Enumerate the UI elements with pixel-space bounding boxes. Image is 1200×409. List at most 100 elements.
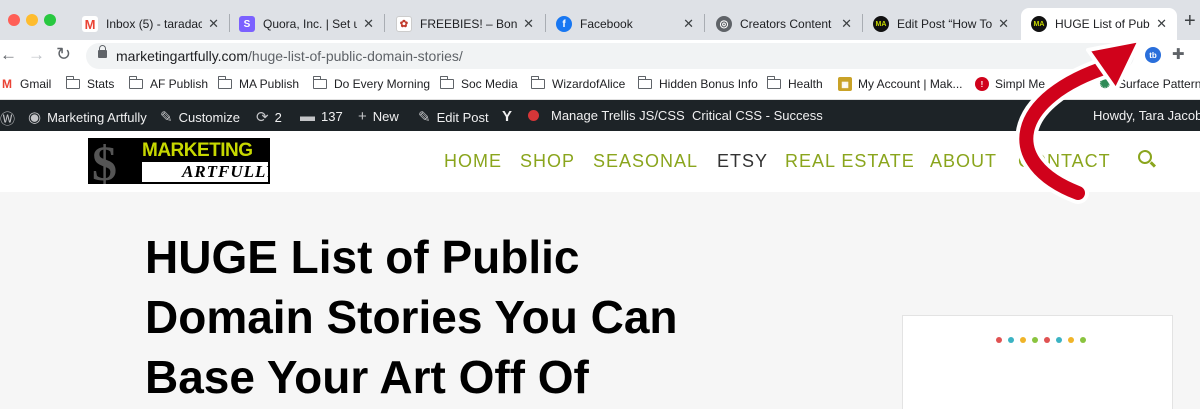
bookmark-health[interactable]: Health <box>767 76 823 91</box>
tab-facebook[interactable]: f Facebook ✕ <box>546 8 704 40</box>
bookmark-simpl[interactable]: ! Simpl Me <box>975 77 1045 91</box>
comments-link[interactable]: ▬ 137 <box>300 108 343 125</box>
tab-freebies[interactable]: ✿ FREEBIES! – Bonnie ✕ <box>386 8 544 40</box>
lock-icon <box>98 45 107 58</box>
updates-link[interactable]: ⟳ 2 <box>256 108 282 126</box>
account-icon: ▦ <box>838 77 852 91</box>
folder-icon <box>129 76 143 89</box>
gmail-icon: M <box>82 16 98 32</box>
nav-about[interactable]: ABOUT <box>930 151 997 172</box>
browser-toolbar: ← → ↻ marketingartfully.com/huge-list-of… <box>0 40 1200 70</box>
address-bar[interactable]: marketingartfully.com/huge-list-of-publi… <box>86 43 1134 69</box>
nav-shop[interactable]: SHOP <box>520 151 575 172</box>
tab-edit-post[interactable]: MA Edit Post “How To C ✕ <box>863 8 1019 40</box>
folder-icon <box>66 76 80 89</box>
edit-post-label: Edit Post <box>436 109 489 125</box>
nav-etsy[interactable]: ETSY <box>717 151 768 172</box>
folder-icon <box>313 76 327 89</box>
close-window-button[interactable] <box>8 14 20 26</box>
site-header: $ MARKETING ARTFULLY HOME SHOP SEASONAL … <box>0 131 1200 192</box>
extension-icon[interactable]: tb <box>1145 47 1161 63</box>
bookmark-my-account[interactable]: ▦ My Account | Mak... <box>838 77 962 91</box>
nav-seasonal[interactable]: SEASONAL <box>593 151 698 172</box>
decorative-dot <box>1044 337 1050 343</box>
tab-divider <box>704 14 705 32</box>
nav-real-estate[interactable]: REAL ESTATE <box>785 151 915 172</box>
site-icon: MA <box>873 16 889 32</box>
bookmark-wizardofalice[interactable]: WizardofAlice <box>531 76 625 91</box>
bookmark-do-every-morning[interactable]: Do Every Morning <box>313 76 430 91</box>
tab-label: Quora, Inc. | Set up <box>263 17 358 31</box>
logo-line-1: MARKETING <box>142 140 253 161</box>
search-icon[interactable] <box>1138 150 1152 164</box>
tab-label: FREEBIES! – Bonnie <box>420 17 518 31</box>
bookmarks-bar: M Gmail Stats AF Publish MA Publish Do E… <box>0 70 1200 100</box>
folder-icon <box>218 76 232 89</box>
url-domain: marketingartfully.com <box>116 48 249 64</box>
globe-icon: ◎ <box>716 16 732 32</box>
close-icon[interactable]: ✕ <box>1156 16 1167 32</box>
post-title: HUGE List of Public Domain Stories You C… <box>145 227 785 407</box>
close-icon[interactable]: ✕ <box>363 16 374 32</box>
critical-css-link[interactable]: Critical CSS - Success <box>692 108 823 123</box>
post-title-line: Domain Stories You Can <box>145 291 678 343</box>
bookmark-af-publish[interactable]: AF Publish <box>129 76 208 91</box>
bookmark-label: Simpl Me <box>995 77 1046 91</box>
nav-home[interactable]: HOME <box>444 151 502 172</box>
folder-icon <box>531 76 545 89</box>
close-icon[interactable]: ✕ <box>683 16 694 32</box>
reload-icon[interactable]: ↻ <box>56 44 71 65</box>
close-icon[interactable]: ✕ <box>841 16 852 32</box>
minimize-window-button[interactable] <box>26 14 38 26</box>
tab-huge-list-active[interactable]: MA HUGE List of Public ✕ <box>1021 8 1177 40</box>
bookmark-soc-media[interactable]: Soc Media <box>440 76 518 91</box>
tab-creators[interactable]: ◎ Creators Content C ✕ <box>706 8 862 40</box>
site-icon: MA <box>1031 16 1047 32</box>
account-menu[interactable]: Howdy, Tara Jacobs <box>1093 108 1200 123</box>
bookmark-label: Health <box>788 77 823 91</box>
new-tab-button[interactable]: + <box>1184 10 1196 33</box>
site-logo[interactable]: $ MARKETING ARTFULLY <box>88 138 270 184</box>
yoast-menu[interactable]: Y <box>502 108 518 125</box>
bookmark-ma-publish[interactable]: MA Publish <box>218 76 299 91</box>
yoast-icon: Y <box>502 108 513 125</box>
tab-gmail[interactable]: M Inbox (5) - taradact ✕ <box>72 8 229 40</box>
bookmark-hidden-bonus[interactable]: Hidden Bonus Info <box>638 76 758 91</box>
logo-line-2: ARTFULLY <box>182 162 270 181</box>
simpl-icon: ! <box>975 77 989 91</box>
updates-icon: ⟳ <box>256 109 269 126</box>
bookmark-surface-pattern[interactable]: ✺ Surface Pattern <box>1098 76 1200 91</box>
quora-icon: S <box>239 16 255 32</box>
edit-post-link[interactable]: ✎ Edit Post <box>418 108 489 126</box>
puzzle-icon[interactable]: ✚ <box>1172 45 1188 63</box>
close-icon[interactable]: ✕ <box>523 16 534 32</box>
site-name-link[interactable]: ◉ Marketing Artfully <box>28 108 147 126</box>
bonnie-icon: ✿ <box>396 16 412 32</box>
bookmark-stats[interactable]: Stats <box>66 76 115 91</box>
pencil-icon: ✎ <box>418 109 431 126</box>
bookmark-label: Hidden Bonus Info <box>659 77 758 91</box>
trellis-link[interactable]: Manage Trellis JS/CSS <box>528 108 685 123</box>
back-arrow-icon[interactable]: ← <box>0 45 17 65</box>
wordpress-logo-button[interactable]: Ⓦ <box>0 108 21 129</box>
customize-link[interactable]: ✎ Customize <box>160 108 240 126</box>
new-label: New <box>372 109 399 124</box>
close-icon[interactable]: ✕ <box>208 16 219 32</box>
tab-quora[interactable]: S Quora, Inc. | Set up ✕ <box>229 8 384 40</box>
tab-divider <box>384 14 385 32</box>
new-content-link[interactable]: + New <box>358 108 399 125</box>
plus-icon: + <box>358 108 367 125</box>
bookmark-label: Stats <box>87 77 115 91</box>
decorative-dot <box>1032 337 1038 343</box>
maximize-window-button[interactable] <box>44 14 56 26</box>
folder-icon <box>767 76 781 89</box>
url-text: marketingartfully.com/huge-list-of-publi… <box>116 48 463 64</box>
nav-contact[interactable]: CONTACT <box>1018 151 1111 172</box>
facebook-icon: f <box>556 16 572 32</box>
close-icon[interactable]: ✕ <box>998 16 1009 32</box>
decorative-dot <box>1080 337 1086 343</box>
decorative-dot <box>1020 337 1026 343</box>
forward-arrow-icon[interactable]: → <box>28 45 45 65</box>
site-name-label: Marketing Artfully <box>47 109 147 125</box>
bookmark-gmail[interactable]: M Gmail <box>0 77 51 91</box>
